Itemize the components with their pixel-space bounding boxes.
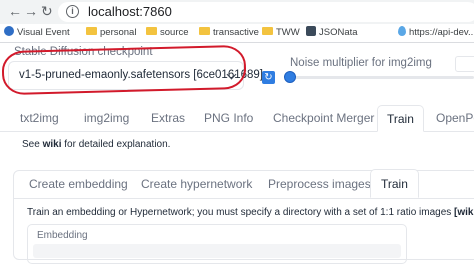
refresh-checkpoint-button[interactable]: ↻ xyxy=(262,71,275,84)
noise-multiplier-label: Noise multiplier for img2img xyxy=(290,57,432,69)
url-text: localhost:7860 xyxy=(88,4,172,19)
bookmark-visual-event[interactable]: Visual Event xyxy=(4,25,70,41)
subtab-create-embedding[interactable]: Create embedding xyxy=(29,170,128,198)
tab-txt2img[interactable]: txt2img xyxy=(20,105,59,131)
wiki-explanation: See wiki for detailed explanation. xyxy=(22,139,171,150)
tab-extras[interactable]: Extras xyxy=(151,105,185,131)
globe-icon xyxy=(4,26,14,37)
checkpoint-dropdown[interactable]: v1-5-pruned-emaonly.safetensors [6ce0161… xyxy=(8,61,263,90)
tab-train[interactable]: Train xyxy=(377,105,424,132)
main-tab-bar: txt2img img2img Extras PNG Info Checkpoi… xyxy=(0,105,474,132)
site-info-icon[interactable]: i xyxy=(66,5,79,18)
subtab-train[interactable]: Train xyxy=(370,169,419,198)
folder-icon xyxy=(262,27,273,36)
noise-multiplier-number-input[interactable] xyxy=(455,56,474,72)
checkpoint-label: Stable Diffusion checkpoint xyxy=(14,46,153,58)
noise-multiplier-slider-thumb[interactable] xyxy=(284,71,296,83)
forward-arrow-icon[interactable]: → xyxy=(24,2,38,20)
address-bar[interactable]: i localhost:7860 xyxy=(58,2,474,22)
jsonata-icon xyxy=(306,26,316,37)
subtab-preprocess-images[interactable]: Preprocess images xyxy=(268,170,371,198)
tab-checkpoint-merger[interactable]: Checkpoint Merger xyxy=(273,105,374,131)
browser-toolbar: ← → ↻ i localhost:7860 xyxy=(0,0,474,24)
bookmark-tww[interactable]: TWW xyxy=(262,25,300,41)
noise-multiplier-slider-track[interactable] xyxy=(292,76,474,79)
back-arrow-icon[interactable]: ← xyxy=(8,2,22,20)
train-description: Train an embedding or Hypernetwork; you … xyxy=(27,207,474,218)
folder-icon xyxy=(199,27,210,36)
folder-icon xyxy=(146,27,157,36)
reload-icon[interactable]: ↻ xyxy=(41,2,53,20)
bookmark-personal[interactable]: personal xyxy=(86,25,136,41)
bookmark-jsonata[interactable]: JSONata xyxy=(306,25,358,41)
bookmark-source[interactable]: source xyxy=(146,25,189,41)
bookmark-api-dev[interactable]: https://api-dev... xyxy=(398,25,474,41)
embedding-dropdown[interactable] xyxy=(33,244,401,258)
bookmark-transactive[interactable]: transactive xyxy=(199,25,259,41)
wiki-link[interactable]: wiki xyxy=(43,139,62,150)
embedding-label: Embedding xyxy=(37,230,88,241)
bookmarks-bar: Visual Event personal source transactive… xyxy=(0,24,474,43)
drop-icon xyxy=(398,26,406,37)
tab-openpose[interactable]: OpenPo xyxy=(436,105,474,131)
tab-img2img[interactable]: img2img xyxy=(84,105,129,131)
tab-png-info[interactable]: PNG Info xyxy=(204,105,253,131)
subtab-create-hypernetwork[interactable]: Create hypernetwork xyxy=(141,170,252,198)
train-sub-tab-bar: Create embedding Create hypernetwork Pre… xyxy=(13,169,474,199)
folder-icon xyxy=(86,27,97,36)
train-wiki-link[interactable]: [wiki] xyxy=(454,207,474,218)
